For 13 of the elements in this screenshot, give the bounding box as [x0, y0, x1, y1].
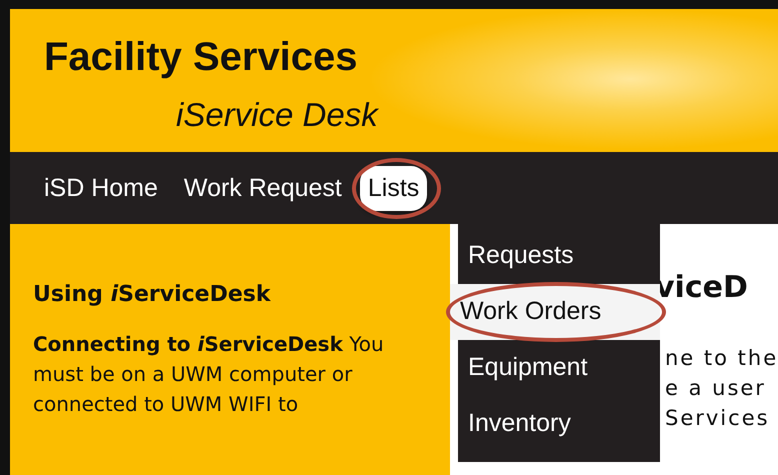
nav-link[interactable]: Work Request	[176, 166, 350, 210]
menu-item[interactable]: Equipment	[458, 340, 660, 396]
sidebar-paragraph: Connecting to iServiceDesk You must be on a UWM computer or connected to UWM WIFI to	[33, 331, 385, 418]
text-line: ne to the	[665, 345, 778, 372]
site-title: Facility Services	[44, 34, 358, 81]
sidebar-heading: Using iServiceDesk	[33, 282, 270, 307]
site-subtitle: iService Desk	[176, 95, 378, 135]
text-line: Services	[665, 405, 770, 432]
nav-link[interactable]: iSD Home	[36, 166, 166, 210]
menu-item[interactable]: Work Orders	[450, 284, 660, 340]
text-line: e a user	[665, 375, 766, 402]
nav-link[interactable]: Lists	[360, 166, 428, 210]
menu-item[interactable]: Inventory	[458, 396, 660, 452]
